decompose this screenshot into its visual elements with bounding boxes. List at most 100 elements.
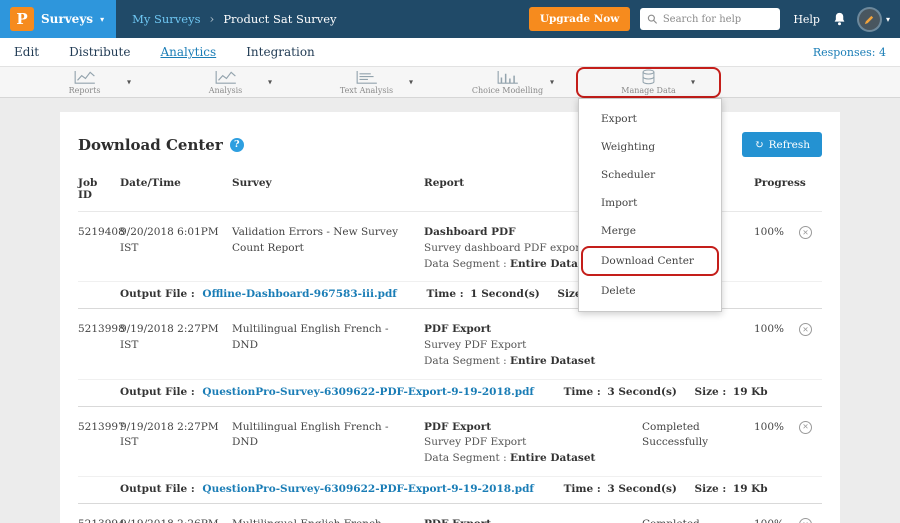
report-cell: PDF Export Survey PDF Export Data Segmen… xyxy=(424,322,642,369)
menu-item-delete[interactable]: Delete xyxy=(579,277,721,305)
output-file-row: Output File : QuestionPro-Survey-6309622… xyxy=(78,379,822,407)
menu-item-export[interactable]: Export xyxy=(579,105,721,133)
menu-item-merge[interactable]: Merge xyxy=(579,217,721,245)
cancel-job-icon[interactable]: ✕ xyxy=(799,323,812,336)
data-segment-value: Entire Dataset xyxy=(510,452,595,464)
analytics-toolbar: Reports ▾ Analysis ▾ Text Analysis ▾ Cho… xyxy=(0,66,900,98)
output-file-row: Output File : QuestionPro-Survey-6309622… xyxy=(78,476,822,504)
toolbar-reports[interactable]: Reports ▾ xyxy=(14,67,155,97)
toolbar-label: Reports xyxy=(69,86,101,95)
notifications-bell-icon[interactable] xyxy=(832,11,847,27)
manage-data-dropdown: Export Weighting Scheduler Import Merge … xyxy=(578,98,722,312)
chevron-down-icon[interactable]: ▾ xyxy=(268,78,272,87)
output-file-link[interactable]: QuestionPro-Survey-6309622-PDF-Export-9-… xyxy=(202,386,534,398)
toolbar-label: Choice Modelling xyxy=(472,86,543,95)
output-file-label: Output File : xyxy=(120,483,195,495)
date-cell: 9/19/2018 2:27PM IST xyxy=(120,322,232,369)
cancel-cell: ✕ xyxy=(798,517,822,523)
job-id-cell: 5219408 xyxy=(78,225,120,272)
search-icon xyxy=(647,13,658,25)
progress-cell: 100% xyxy=(754,225,798,272)
size-label: Size : xyxy=(695,386,727,398)
output-file-link[interactable]: QuestionPro-Survey-6309622-PDF-Export-9-… xyxy=(202,483,534,495)
survey-cell: Multilingual English French - DND xyxy=(232,322,424,369)
account-chevron-icon[interactable]: ▾ xyxy=(886,15,890,24)
text-chart-icon xyxy=(355,70,379,85)
toolbar-text-analysis[interactable]: Text Analysis ▾ xyxy=(296,67,437,97)
help-link[interactable]: Help xyxy=(793,13,820,26)
refresh-icon: ↻ xyxy=(754,138,763,151)
report-title: PDF Export xyxy=(424,322,632,338)
job-id-cell: 5213998 xyxy=(78,322,120,369)
menu-item-weighting[interactable]: Weighting xyxy=(579,133,721,161)
cancel-cell: ✕ xyxy=(798,225,822,272)
report-title: PDF Export xyxy=(424,517,632,523)
time-value: 1 Second(s) xyxy=(470,288,539,300)
page-title-text: Download Center xyxy=(78,136,223,154)
toolbar-manage-data[interactable]: Manage Data ▾ xyxy=(578,69,719,96)
tab-integration[interactable]: Integration xyxy=(246,45,315,59)
time-value: 3 Second(s) xyxy=(607,386,676,398)
data-segment-label: Data Segment : xyxy=(424,452,507,464)
breadcrumb-my-surveys[interactable]: My Surveys xyxy=(132,12,200,26)
report-title: PDF Export xyxy=(424,420,632,436)
breadcrumb-current: Product Sat Survey xyxy=(223,12,336,26)
menu-item-import[interactable]: Import xyxy=(579,189,721,217)
questionpro-logo: P xyxy=(10,7,34,31)
date-cell: 9/20/2018 6:01PM IST xyxy=(120,225,232,272)
size-value: 19 Kb xyxy=(733,386,768,398)
help-search-input[interactable] xyxy=(663,14,773,25)
logo-letter: P xyxy=(16,10,27,28)
help-question-icon[interactable]: ? xyxy=(230,138,244,152)
output-file-label: Output File : xyxy=(120,386,195,398)
refresh-button[interactable]: ↻ Refresh xyxy=(742,132,822,157)
responses-count[interactable]: Responses: 4 xyxy=(813,46,900,59)
date-cell: 9/19/2018 2:26PM IST xyxy=(120,517,232,523)
time-label: Time : xyxy=(426,288,463,300)
content-area: Download Center ? ↻ Refresh Job ID Date/… xyxy=(0,98,900,523)
table-row: 5213998 9/19/2018 2:27PM IST Multilingua… xyxy=(78,309,822,378)
toolbar-choice-modelling[interactable]: Choice Modelling ▾ xyxy=(437,67,578,97)
cancel-job-icon[interactable]: ✕ xyxy=(799,421,812,434)
surveys-menu-label: Surveys xyxy=(41,12,93,26)
chevron-down-icon[interactable]: ▾ xyxy=(550,78,554,87)
menu-item-scheduler[interactable]: Scheduler xyxy=(579,161,721,189)
menu-item-download-center[interactable]: Download Center xyxy=(583,248,717,274)
survey-cell: Multilingual English French - DND xyxy=(232,517,424,523)
chevron-down-icon[interactable]: ▾ xyxy=(409,78,413,87)
tab-analytics[interactable]: Analytics xyxy=(160,45,216,59)
upgrade-now-button[interactable]: Upgrade Now xyxy=(529,7,631,31)
progress-cell: 100% xyxy=(754,322,798,369)
pencil-icon xyxy=(864,14,875,25)
progress-cell: 100% xyxy=(754,517,798,523)
tab-edit[interactable]: Edit xyxy=(14,45,39,59)
status-cell: Completed Successfully xyxy=(642,517,754,523)
data-segment-value: Entire Dataset xyxy=(510,355,595,367)
chevron-down-icon[interactable]: ▾ xyxy=(691,78,695,87)
job-id-cell: 5213994 xyxy=(78,517,120,523)
table-row: 5213994 9/19/2018 2:26PM IST Multilingua… xyxy=(78,504,822,523)
tab-distribute[interactable]: Distribute xyxy=(69,45,130,59)
status-cell xyxy=(642,322,754,369)
data-segment-label: Data Segment : xyxy=(424,258,507,270)
database-icon xyxy=(641,69,656,85)
user-avatar[interactable] xyxy=(859,9,880,30)
chevron-down-icon[interactable]: ▾ xyxy=(127,78,131,87)
survey-cell: Validation Errors - New Survey Count Rep… xyxy=(232,225,424,272)
job-row-group: 5213997 9/19/2018 2:27PM IST Multilingua… xyxy=(78,407,822,504)
help-search-box[interactable] xyxy=(640,8,780,30)
cancel-job-icon[interactable]: ✕ xyxy=(799,226,812,239)
progress-cell: 100% xyxy=(754,420,798,467)
chevron-down-icon: ▾ xyxy=(100,15,104,24)
report-cell: PDF Export Survey PDF Export Data Segmen… xyxy=(424,420,642,467)
date-cell: 9/19/2018 2:27PM IST xyxy=(120,420,232,467)
line-chart-icon xyxy=(73,70,97,85)
cancel-job-icon[interactable]: ✕ xyxy=(799,518,812,523)
output-file-label: Output File : xyxy=(120,288,195,300)
col-survey: Survey xyxy=(232,177,424,201)
toolbar-analysis[interactable]: Analysis ▾ xyxy=(155,67,296,97)
output-file-link[interactable]: Offline-Dashboard-967583-iii.pdf xyxy=(202,288,396,300)
surveys-product-menu[interactable]: P Surveys ▾ xyxy=(0,0,116,38)
toolbar-label: Text Analysis xyxy=(340,86,393,95)
data-segment-label: Data Segment : xyxy=(424,355,507,367)
